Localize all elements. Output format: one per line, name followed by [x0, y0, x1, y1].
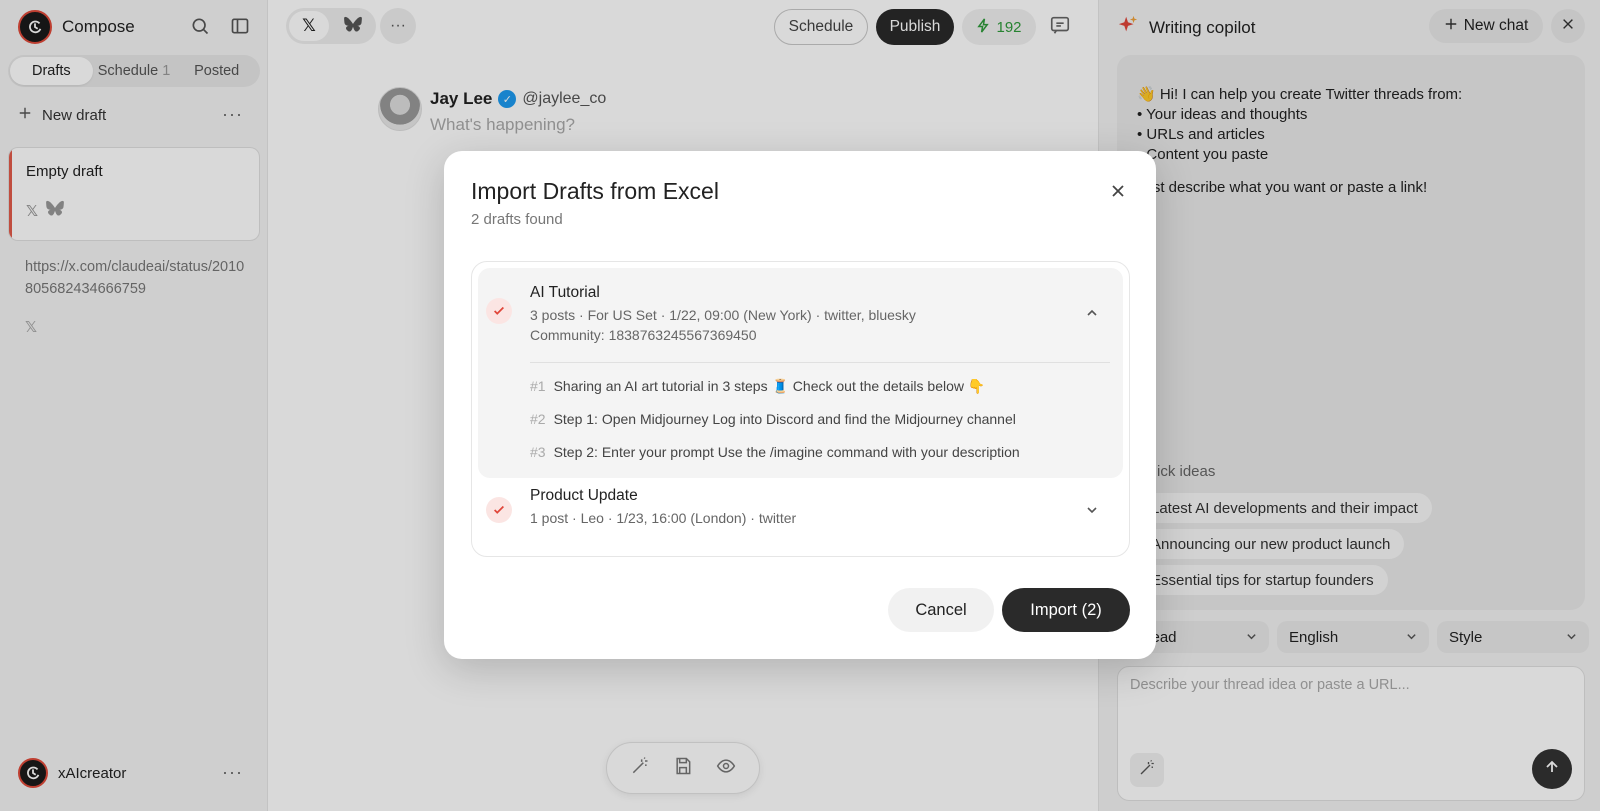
chevron-down-icon[interactable]	[1086, 503, 1098, 521]
dialog-title: Import Drafts from Excel	[471, 178, 719, 204]
item-community: Community: 1838763245567369450	[530, 327, 757, 343]
divider	[530, 362, 1110, 363]
item-meta: 3 posts · For US Set · 1/22, 09:00 (New …	[530, 307, 916, 323]
item-title: Product Update	[530, 487, 638, 504]
checkbox-checked[interactable]	[486, 497, 512, 523]
chevron-up-icon[interactable]	[1086, 306, 1098, 324]
import-button[interactable]: Import (2)	[1002, 588, 1130, 632]
post-row: #1 Sharing an AI art tutorial in 3 steps …	[530, 378, 985, 395]
post-number: #2	[530, 411, 546, 427]
item-meta: 1 post · Leo · 1/23, 16:00 (London) · tw…	[530, 510, 797, 526]
dialog-subtitle: 2 drafts found	[471, 211, 563, 228]
item-title: AI Tutorial	[530, 284, 600, 301]
post-number: #3	[530, 444, 546, 460]
cancel-button[interactable]: Cancel	[888, 588, 994, 632]
close-icon	[1110, 183, 1126, 204]
checkbox-checked[interactable]	[486, 298, 512, 324]
post-text: Sharing an AI art tutorial in 3 steps 🧵 …	[553, 378, 986, 394]
post-row: #3 Step 2: Enter your prompt Use the /ima…	[530, 444, 1020, 460]
post-text: Step 2: Enter your prompt Use the /imagi…	[553, 444, 1020, 460]
post-row: #2 Step 1: Open Midjourney Log into Disco…	[530, 411, 1016, 427]
draft-import-list: AI Tutorial 3 posts · For US Set · 1/22,…	[471, 261, 1130, 557]
draft-import-item: AI Tutorial 3 posts · For US Set · 1/22,…	[478, 268, 1123, 478]
import-drafts-dialog: Import Drafts from Excel 2 drafts found …	[444, 151, 1156, 659]
post-text: Step 1: Open Midjourney Log into Discord…	[553, 411, 1016, 427]
close-dialog-button[interactable]	[1106, 181, 1130, 205]
post-number: #1	[530, 378, 546, 394]
